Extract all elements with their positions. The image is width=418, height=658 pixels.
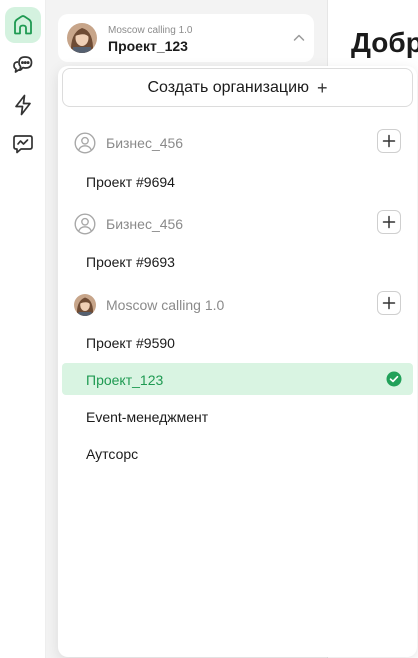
project-list-item[interactable]: Event-менеджмент <box>62 400 413 432</box>
project-list-item[interactable]: Проект #9590 <box>62 326 413 358</box>
create-organization-button[interactable]: Создать организацию + <box>62 68 413 107</box>
plus-icon <box>382 134 396 148</box>
nav-analytics-button[interactable] <box>5 126 41 162</box>
organization-group-header: Moscow calling 1.0 <box>74 291 414 318</box>
chat-bubbles-icon <box>13 56 33 73</box>
project-list-item[interactable]: Проект #9693 <box>62 245 413 277</box>
home-icon <box>14 15 32 35</box>
organization-name: Бизнес_456 <box>106 135 184 151</box>
nav-chats-button[interactable] <box>5 47 41 83</box>
create-organization-label: Создать организацию <box>147 78 310 96</box>
project-name: Event-менеджмент <box>86 409 209 425</box>
lightning-icon <box>15 94 31 116</box>
organization-group-header: Бизнес_456 <box>74 129 414 156</box>
project-list-item[interactable]: Аутсорс <box>62 437 413 469</box>
analytics-chat-icon <box>13 135 33 154</box>
project-selector[interactable]: Moscow calling 1.0 Проект_123 <box>58 14 314 62</box>
project-name: Проект #9694 <box>86 174 175 190</box>
check-circle-icon <box>386 371 402 387</box>
nav-automation-button[interactable] <box>5 87 41 123</box>
add-project-button[interactable] <box>377 210 401 234</box>
organization-avatar <box>67 23 97 53</box>
selector-organization-name: Moscow calling 1.0 <box>108 25 193 36</box>
organization-avatar <box>74 294 96 316</box>
add-project-button[interactable] <box>377 129 401 153</box>
user-placeholder-icon <box>74 213 96 235</box>
project-list-item[interactable]: Проект #9694 <box>62 165 413 197</box>
project-name: Проект_123 <box>86 372 164 388</box>
left-nav-rail <box>0 0 46 658</box>
selector-project-name: Проект_123 <box>108 38 188 54</box>
page-greeting-title: Добр <box>351 27 418 58</box>
project-dropdown: Создать организацию + Бизнес_456 Проект … <box>58 66 417 657</box>
project-list-item-selected[interactable]: Проект_123 <box>62 363 413 395</box>
plus-icon <box>382 296 396 310</box>
project-name: Аутсорс <box>86 446 139 462</box>
project-name: Проект #9693 <box>86 254 175 270</box>
user-placeholder-icon <box>74 132 96 154</box>
plus-icon <box>382 215 396 229</box>
organization-name: Бизнес_456 <box>106 216 184 232</box>
add-project-button[interactable] <box>377 291 401 315</box>
plus-icon: + <box>317 77 328 98</box>
chevron-up-icon[interactable] <box>292 31 306 45</box>
nav-home-button[interactable] <box>5 7 41 43</box>
organization-group-header: Бизнес_456 <box>74 210 414 237</box>
organization-name: Moscow calling 1.0 <box>106 297 225 313</box>
project-name: Проект #9590 <box>86 335 175 351</box>
